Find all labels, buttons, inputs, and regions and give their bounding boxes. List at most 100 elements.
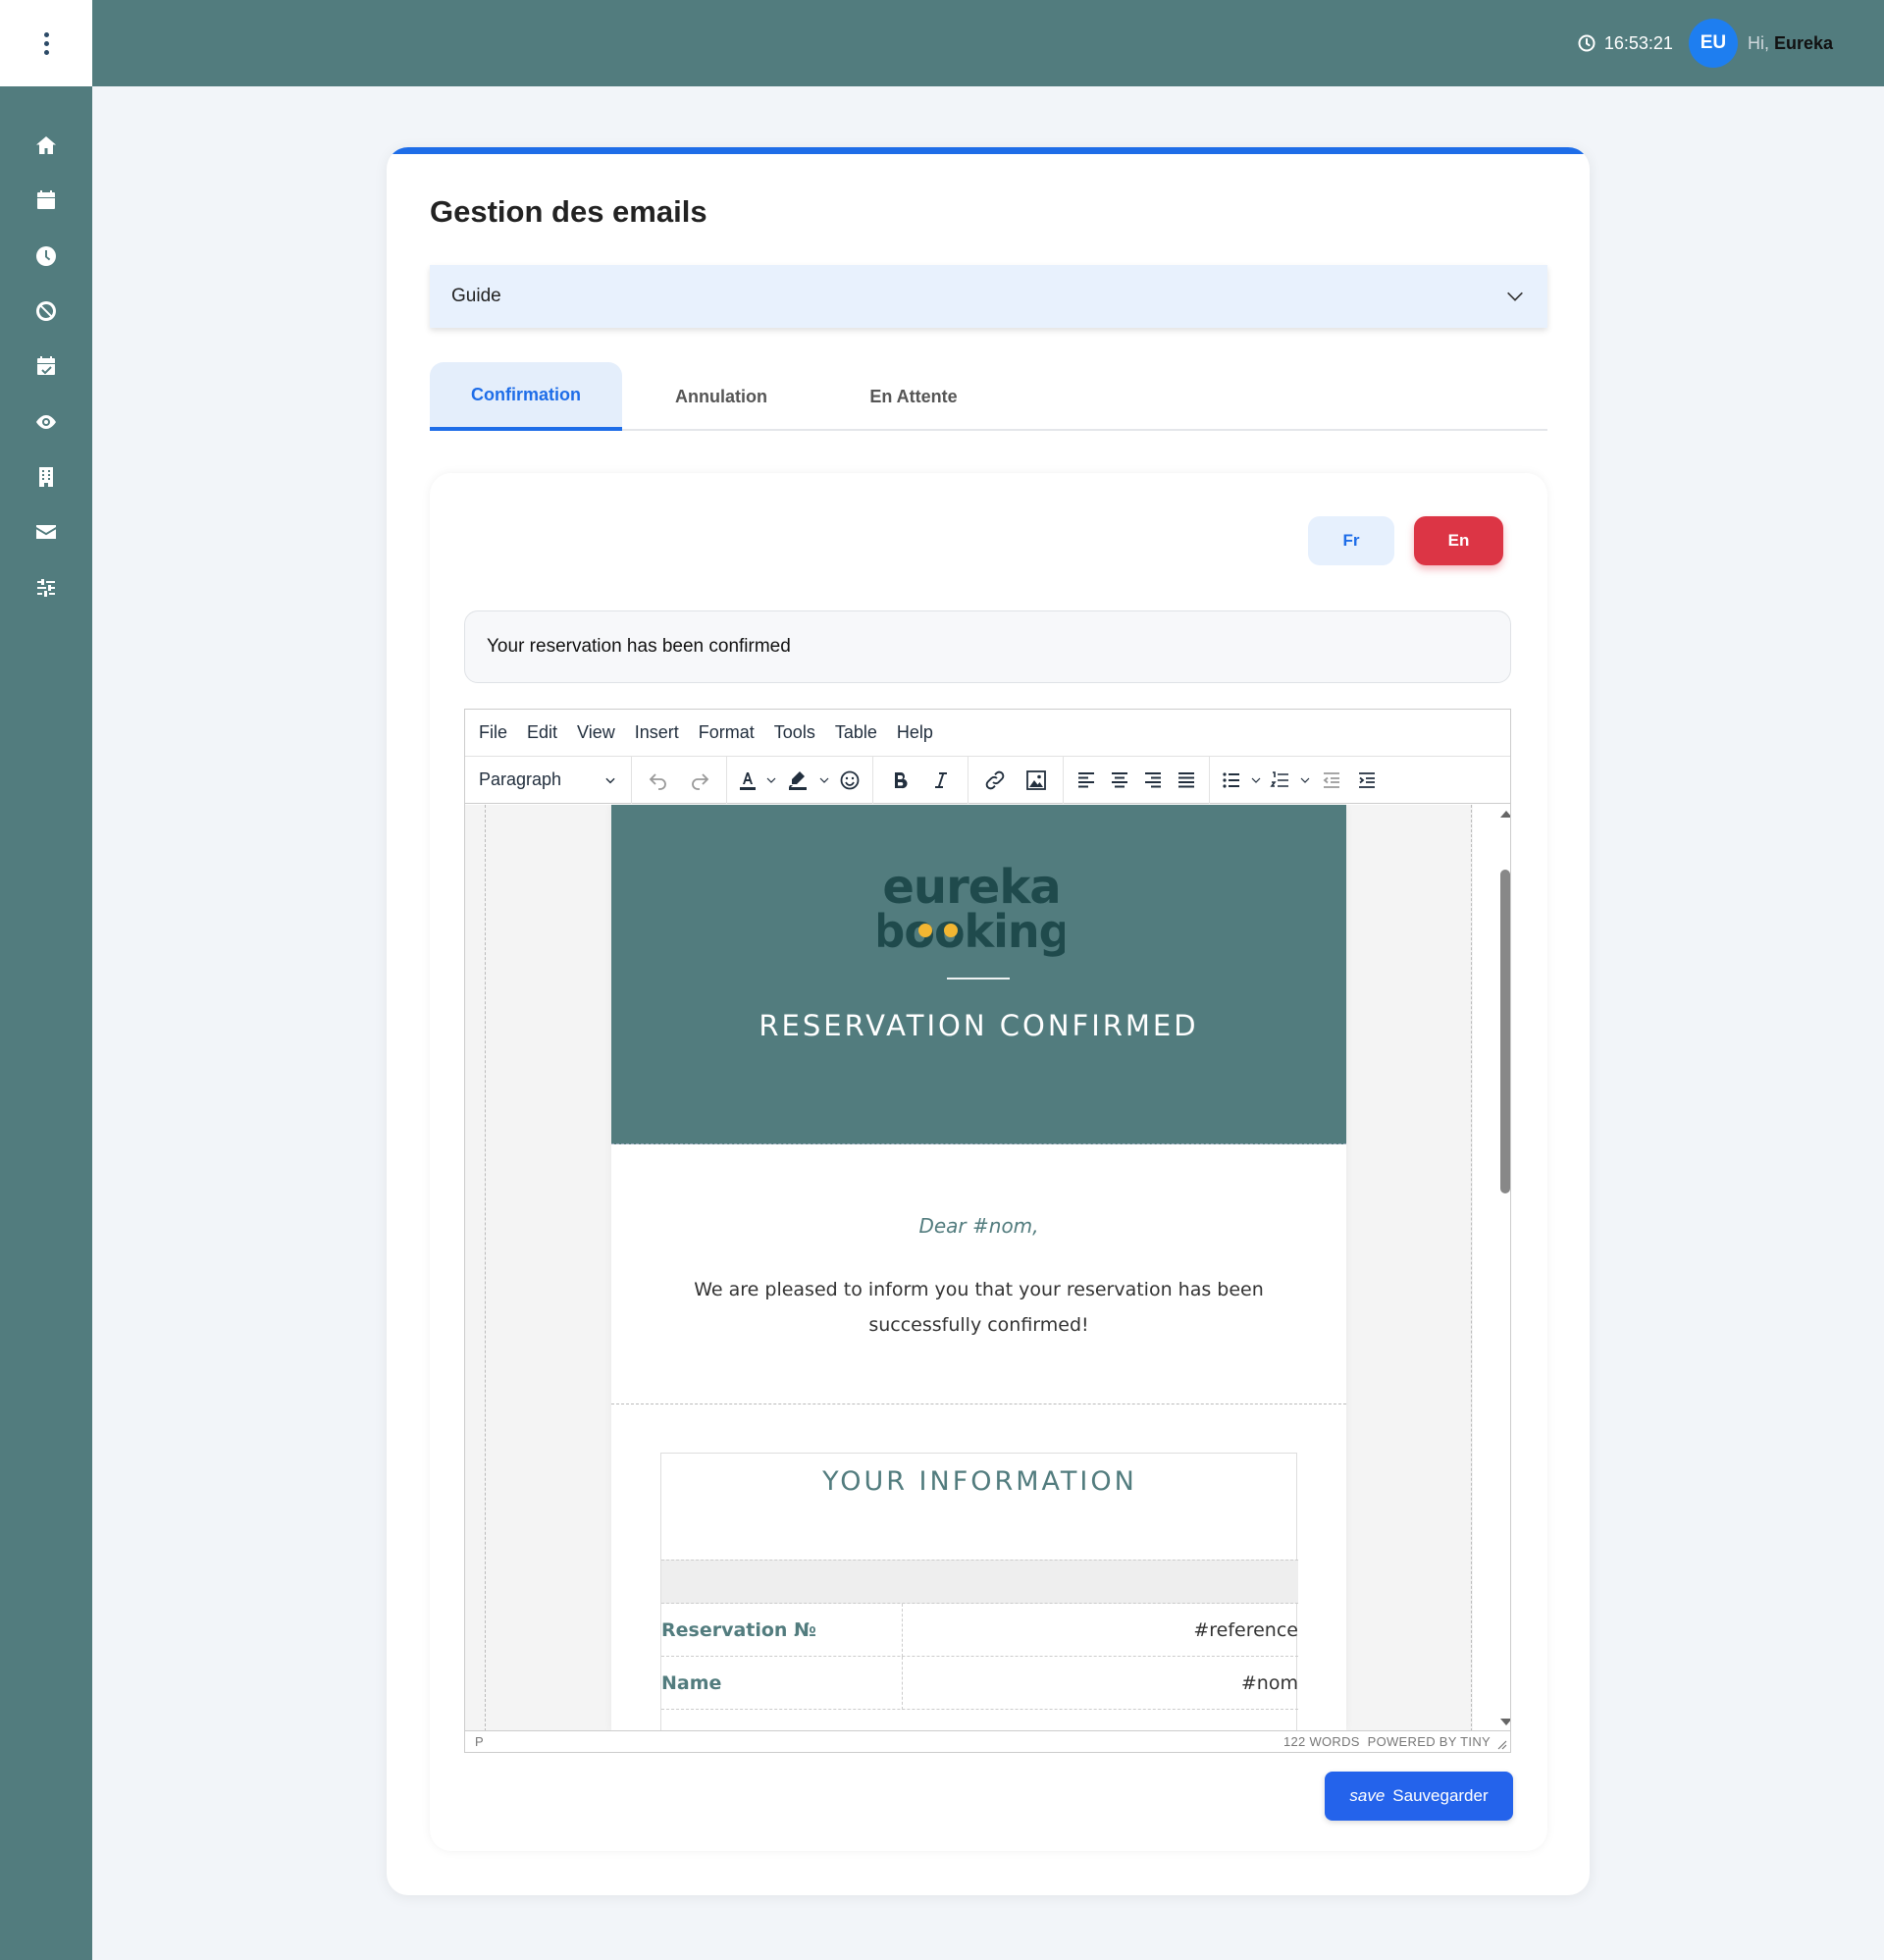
highlight-color-button[interactable] — [780, 761, 815, 800]
menu-file[interactable]: File — [479, 722, 507, 743]
history-group — [632, 756, 727, 804]
align-right-button[interactable] — [1136, 761, 1170, 800]
sidebar-item-calendar[interactable] — [0, 173, 92, 228]
text-color-dropdown[interactable] — [762, 761, 780, 800]
sidebar-item-clock[interactable] — [0, 229, 92, 284]
menu-help[interactable]: Help — [897, 722, 933, 743]
email-subject-input[interactable]: Your reservation has been confirmed — [464, 610, 1511, 683]
menu-view[interactable]: View — [577, 722, 615, 743]
save-icon: save — [1349, 1786, 1386, 1805]
redo-button[interactable] — [679, 761, 720, 800]
text-color-icon — [740, 771, 756, 790]
tab-en-attente[interactable]: En Attente — [820, 362, 1007, 431]
template-editor-panel: Fr En Your reservation has been confirme… — [430, 473, 1547, 1851]
sidebar-item-view[interactable] — [0, 394, 92, 449]
email-preview: eureka booking RESERVATION CONFIRMED Dea… — [611, 805, 1346, 1731]
block-format-value: Paragraph — [479, 769, 562, 789]
sidebar-item-home[interactable] — [0, 118, 92, 173]
highlight-color-dropdown[interactable] — [815, 761, 833, 800]
align-justify-button[interactable] — [1170, 761, 1203, 800]
logo-dot — [944, 924, 958, 937]
menu-insert[interactable]: Insert — [635, 722, 679, 743]
info-label: Name — [661, 1657, 903, 1710]
resize-handle-icon[interactable] — [1495, 1738, 1507, 1750]
align-justify-icon — [1178, 771, 1194, 787]
scroll-down-arrow[interactable] — [1500, 1719, 1510, 1725]
menu-tools[interactable]: Tools — [774, 722, 815, 743]
logo-line2: booking — [878, 905, 1065, 957]
powered-by-link[interactable]: POWERED BY TINY — [1368, 1734, 1491, 1749]
info-table-header — [661, 1560, 1298, 1604]
kebab-menu-icon — [43, 31, 49, 55]
word-count-text[interactable]: 122 WORDS — [1283, 1734, 1360, 1749]
avatar[interactable]: EU — [1688, 19, 1738, 68]
editor-guide-line — [485, 805, 486, 1731]
menu-format[interactable]: Format — [699, 722, 755, 743]
numbered-list-button[interactable] — [1265, 761, 1296, 800]
bullet-list-dropdown[interactable] — [1247, 761, 1265, 800]
calendar-check-icon — [37, 356, 55, 376]
email-management-card: Gestion des emails Guide Confirmation An… — [387, 147, 1590, 1895]
tab-annulation[interactable]: Annulation — [622, 362, 820, 431]
outdent-button[interactable] — [1314, 761, 1349, 800]
ban-icon — [36, 301, 56, 322]
menu-table[interactable]: Table — [835, 722, 877, 743]
align-right-icon — [1145, 771, 1161, 787]
email-message: We are pleased to inform you that your r… — [694, 1279, 1264, 1336]
align-left-icon — [1078, 771, 1094, 787]
link-button[interactable] — [974, 761, 1016, 800]
scrollbar-thumb[interactable] — [1500, 870, 1510, 1193]
bullet-list-icon — [1223, 771, 1239, 788]
guide-accordion[interactable]: Guide — [430, 265, 1547, 328]
sidebar-item-cancelled[interactable] — [0, 284, 92, 339]
indent-button[interactable] — [1349, 761, 1385, 800]
italic-button[interactable] — [920, 761, 962, 800]
numbered-list-dropdown[interactable] — [1296, 761, 1314, 800]
insert-group — [968, 756, 1064, 804]
chevron-down-icon — [605, 777, 615, 783]
outdent-icon — [1323, 771, 1339, 788]
color-group — [727, 756, 873, 804]
text-color-button[interactable] — [733, 761, 762, 800]
bullet-list-button[interactable] — [1216, 761, 1247, 800]
align-center-icon — [1112, 771, 1127, 787]
menu-edit[interactable]: Edit — [527, 722, 557, 743]
image-button[interactable] — [1016, 761, 1057, 800]
clock-icon — [36, 245, 56, 266]
highlight-icon — [789, 770, 807, 790]
info-value: #nom — [1240, 1672, 1298, 1694]
undo-button[interactable] — [638, 761, 679, 800]
clock-icon — [1578, 34, 1596, 52]
emoji-button[interactable] — [833, 761, 866, 800]
bold-button[interactable] — [879, 761, 920, 800]
block-format-select[interactable]: Paragraph — [465, 756, 632, 804]
sidebar-menu-button[interactable] — [0, 0, 92, 86]
sidebar-item-emails[interactable] — [0, 504, 92, 559]
align-left-button[interactable] — [1070, 761, 1103, 800]
user-name[interactable]: Eureka — [1774, 33, 1833, 54]
redo-icon — [692, 772, 709, 790]
save-button[interactable]: save Sauvegarder — [1325, 1772, 1513, 1821]
greeting-text: Hi, — [1747, 32, 1769, 53]
sidebar-item-calendar-check[interactable] — [0, 339, 92, 394]
editor-statusbar: P 122 WORDS POWERED BY TINY — [465, 1730, 1510, 1752]
sidebar-item-settings[interactable] — [0, 559, 92, 614]
brand-logo: eureka booking — [878, 860, 1065, 957]
align-center-button[interactable] — [1103, 761, 1136, 800]
alignment-group — [1064, 756, 1210, 804]
sidebar-item-building[interactable] — [0, 450, 92, 504]
home-icon — [36, 136, 56, 155]
language-fr-button[interactable]: Fr — [1308, 516, 1394, 565]
element-path[interactable]: P — [475, 1734, 484, 1749]
building-icon — [39, 466, 53, 487]
scroll-up-arrow[interactable] — [1500, 811, 1510, 818]
editor-content-area[interactable]: eureka booking RESERVATION CONFIRMED Dea… — [465, 805, 1510, 1731]
tab-confirmation[interactable]: Confirmation — [430, 362, 622, 431]
editor-scrollbar[interactable] — [1473, 805, 1510, 1731]
email-header: eureka booking RESERVATION CONFIRMED — [611, 805, 1346, 1144]
card-accent-bar — [387, 147, 1590, 154]
italic-icon — [935, 771, 947, 788]
chevron-down-icon — [1507, 291, 1523, 301]
language-en-button[interactable]: En — [1414, 516, 1503, 565]
sidebar — [0, 0, 92, 1960]
